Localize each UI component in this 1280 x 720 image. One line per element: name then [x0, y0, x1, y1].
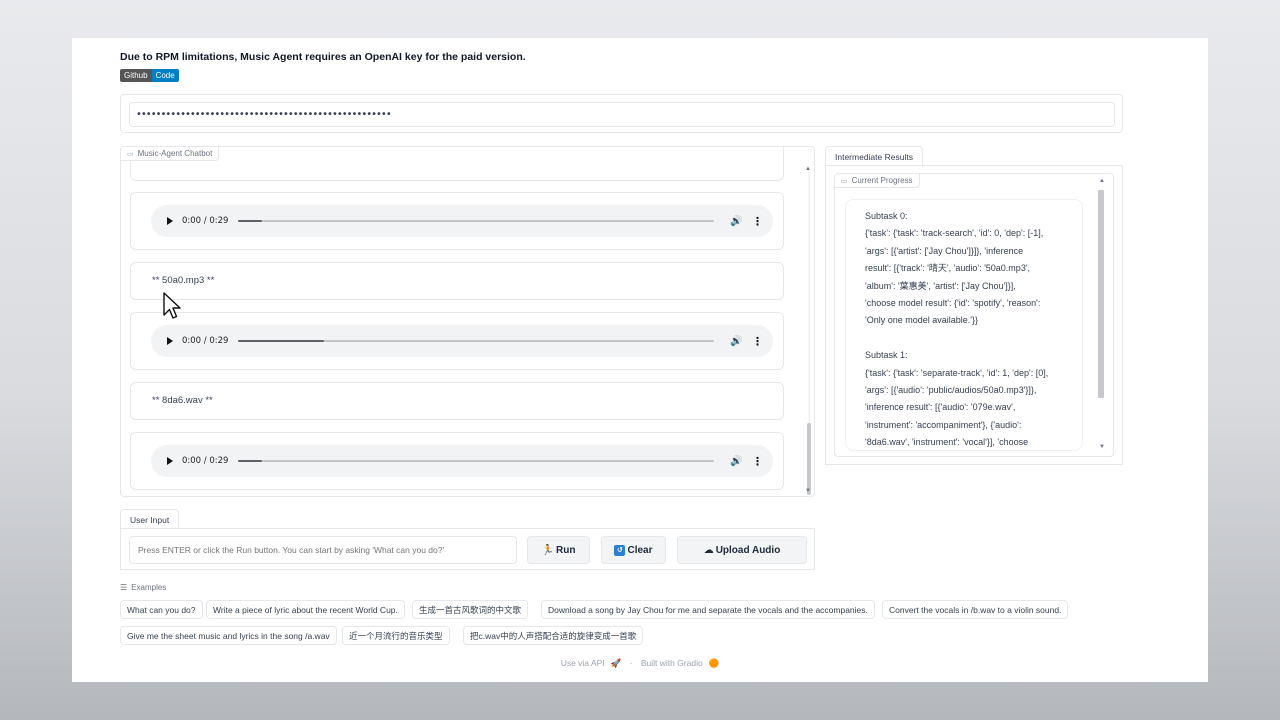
- example-chip[interactable]: Convert the vocals in /b.wav to a violin…: [882, 600, 1069, 619]
- current-progress-box: ▭ Current Progress Subtask 0: {'task': {…: [834, 173, 1114, 457]
- progress-line: {'task': {'task': 'track-search', 'id': …: [865, 228, 1044, 239]
- badge-code-label: Code: [151, 69, 179, 82]
- chat-scroll-area[interactable]: 0:00 / 0:29 🔊 ⋮ ** 50a0.mp3 ** 0:00 / 0:…: [121, 147, 804, 496]
- chat-scroll-thumb[interactable]: [807, 423, 811, 495]
- progress-line: 'args': [{'audio': 'public/audios/50a0.m…: [865, 385, 1037, 396]
- run-button-label: Run: [556, 544, 576, 556]
- example-chip[interactable]: 生成一首古风歌词的中文歌: [412, 600, 529, 619]
- footer: Use via API 🚀 · Built with Gradio 🟠: [72, 658, 1208, 669]
- current-progress-label: ▭ Current Progress: [835, 174, 920, 188]
- clear-button-label: Clear: [627, 544, 653, 556]
- progress-line: 'instrument': 'accompaniment'}, {'audio'…: [865, 419, 1022, 430]
- more-options-icon[interactable]: ⋮: [752, 455, 763, 468]
- progress-line: Subtask 1:: [865, 350, 908, 361]
- chatbot-label: ▭ Music-Agent Chatbot: [121, 147, 220, 161]
- mouse-cursor-icon: [163, 292, 181, 319]
- scroll-down-icon[interactable]: ▼: [1099, 444, 1105, 450]
- audio-progress-bar[interactable]: [238, 340, 714, 342]
- user-input-panel: 🏃 Run ↺ Clear ☁ Upload Audio: [120, 528, 815, 570]
- volume-icon[interactable]: 🔊: [730, 456, 744, 467]
- chat-icon: ▭: [841, 177, 848, 185]
- scroll-down-icon[interactable]: ▼: [805, 488, 811, 494]
- audio-player[interactable]: 0:00 / 0:29 🔊 ⋮: [151, 445, 773, 477]
- example-chip[interactable]: Give me the sheet music and lyrics in th…: [120, 626, 337, 645]
- api-key-input[interactable]: ••••••••••••••••••••••••••••••••••••••••…: [129, 102, 1115, 127]
- progress-line: [865, 330, 1082, 347]
- upload-button-label: Upload Audio: [715, 544, 781, 556]
- progress-scrollbar[interactable]: ▲ ▼: [1097, 178, 1105, 450]
- more-options-icon[interactable]: ⋮: [752, 335, 763, 348]
- progress-text-area[interactable]: Subtask 0: {'task': {'task': 'track-sear…: [845, 199, 1083, 451]
- volume-icon[interactable]: 🔊: [730, 336, 744, 347]
- example-chip[interactable]: What can you do?: [120, 600, 203, 619]
- audio-progress-bar[interactable]: [238, 460, 714, 462]
- chat-message-text-1: ** 50a0.mp3 **: [130, 262, 784, 300]
- progress-line: 'args': [{'artist': ['Jay Chou']}]}, 'in…: [865, 245, 1024, 256]
- audio-player[interactable]: 0:00 / 0:29 🔊 ⋮: [151, 325, 773, 357]
- scroll-up-icon[interactable]: ▲: [805, 166, 811, 172]
- play-icon[interactable]: [167, 457, 173, 465]
- audio-player[interactable]: 0:00 / 0:29 🔊 ⋮: [151, 205, 773, 237]
- tab-user-input[interactable]: User Input: [120, 509, 180, 530]
- github-code-badge[interactable]: Github Code: [120, 69, 179, 82]
- example-chip[interactable]: 近一个月流行的音乐类型: [342, 626, 450, 645]
- audio-time: 0:00 / 0:29: [182, 456, 229, 466]
- play-icon[interactable]: [167, 217, 173, 225]
- chat-message-audio-1: 0:00 / 0:29 🔊 ⋮: [130, 192, 784, 250]
- chat-message-partial: [130, 147, 784, 181]
- chat-scrollbar[interactable]: [806, 169, 812, 495]
- progress-line: 'choose model result': {'id': 'spotify',…: [865, 298, 1041, 309]
- gradio-logo-icon: 🟠: [708, 658, 720, 668]
- audio-progress-bar[interactable]: [238, 220, 714, 222]
- progress-line: result': [{'track': '晴天', 'audio': '50a0…: [865, 263, 1031, 274]
- chat-message-text-2: ** 8da6.wav **: [130, 382, 784, 420]
- app-page: Due to RPM limitations, Music Agent requ…: [72, 38, 1208, 682]
- more-options-icon[interactable]: ⋮: [752, 215, 763, 228]
- progress-line: '8da6.wav', 'instrument': 'vocal'}], 'ch…: [865, 437, 1029, 448]
- chatbot-panel: 0:00 / 0:29 🔊 ⋮ ** 50a0.mp3 ** 0:00 / 0:…: [120, 146, 815, 497]
- progress-scroll-thumb[interactable]: [1098, 190, 1104, 398]
- clear-button[interactable]: ↺ Clear: [601, 536, 666, 564]
- examples-header: ☰ Examples: [120, 583, 166, 592]
- current-progress-label-text: Current Progress: [851, 176, 913, 185]
- user-input-field[interactable]: [129, 536, 517, 564]
- audio-time: 0:00 / 0:29: [182, 336, 229, 346]
- chatbot-label-text: Music-Agent Chatbot: [137, 149, 213, 158]
- results-panel: ▭ Current Progress Subtask 0: {'task': {…: [825, 165, 1123, 465]
- audio-time: 0:00 / 0:29: [182, 216, 229, 226]
- progress-line: 'Only one model available.'}}: [865, 315, 979, 326]
- example-chip[interactable]: 把c.wav中的人声搭配合适的旋律变成一首歌: [463, 626, 644, 645]
- clear-icon: ↺: [614, 544, 626, 556]
- chat-icon: ▭: [127, 150, 134, 158]
- message-text: ** 8da6.wav **: [152, 395, 213, 406]
- run-button[interactable]: 🏃 Run: [527, 536, 590, 564]
- rpm-notice: Due to RPM limitations, Music Agent requ…: [120, 51, 526, 63]
- footer-separator: ·: [629, 658, 633, 668]
- use-via-api-link[interactable]: Use via API: [561, 658, 605, 668]
- tab-intermediate-results[interactable]: Intermediate Results: [825, 146, 923, 167]
- progress-line: 'album': '葉惠美', 'artist': ['Jay Chou']}]…: [865, 280, 1016, 291]
- upload-audio-button[interactable]: ☁ Upload Audio: [677, 536, 807, 564]
- examples-label: Examples: [131, 583, 167, 592]
- progress-line: 'inference result': [{'audio': '079e.wav…: [865, 402, 1016, 413]
- chat-message-audio-3: 0:00 / 0:29 🔊 ⋮: [130, 432, 784, 490]
- progress-line: Subtask 0:: [865, 211, 908, 221]
- cloud-upload-icon: ☁: [703, 544, 714, 556]
- progress-line: {'task': {'task': 'separate-track', 'id'…: [865, 367, 1049, 378]
- message-text: ** 50a0.mp3 **: [152, 275, 215, 286]
- example-chip[interactable]: Download a song by Jay Chou for me and s…: [541, 600, 875, 619]
- runner-icon: 🏃: [541, 544, 554, 556]
- chat-message-audio-2: 0:00 / 0:29 🔊 ⋮: [130, 312, 784, 370]
- api-key-panel: ••••••••••••••••••••••••••••••••••••••••…: [120, 94, 1123, 133]
- play-icon[interactable]: [167, 337, 173, 345]
- example-chip[interactable]: Write a piece of lyric about the recent …: [206, 600, 405, 619]
- built-with-gradio-link[interactable]: Built with Gradio: [641, 658, 703, 668]
- badge-github-label: Github: [120, 69, 152, 82]
- list-icon: ☰: [120, 583, 128, 592]
- volume-icon[interactable]: 🔊: [730, 216, 744, 227]
- rocket-icon: 🚀: [610, 658, 622, 668]
- scroll-up-icon[interactable]: ▲: [1099, 178, 1105, 184]
